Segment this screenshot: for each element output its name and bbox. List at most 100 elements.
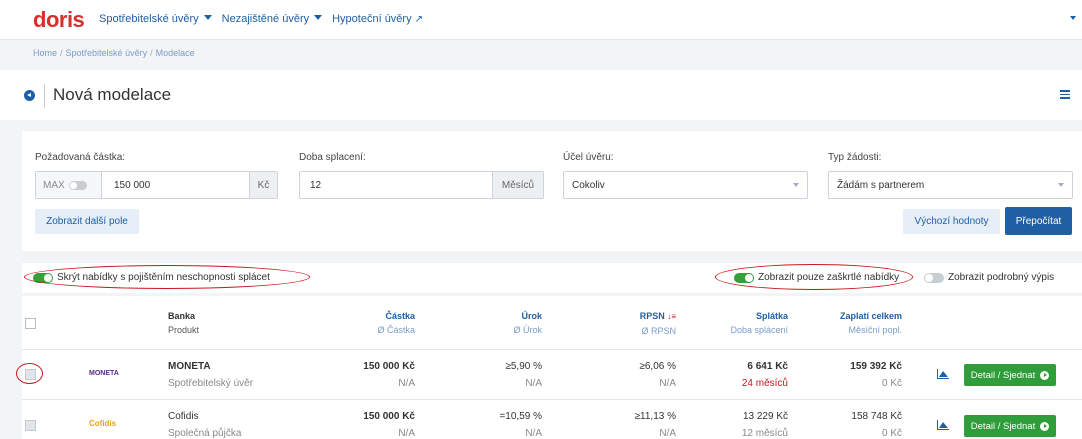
detail-button[interactable]: Detail / Sjednat (964, 415, 1056, 437)
col-header-rate[interactable]: Úrok Ø Úrok (452, 309, 542, 337)
product-name: Spotřebitelský úvěr (168, 378, 254, 389)
term-field: 12 Měsíců (299, 171, 544, 199)
detail-button-label: Detail / Sjednat (970, 420, 1036, 432)
amount-cell: 150 000 Kč N/A (315, 358, 415, 392)
breadcrumb-home[interactable]: Home (33, 48, 57, 58)
term-label: Doba splacení: (299, 152, 366, 163)
request-type-select[interactable]: Žádám s partnerem (828, 171, 1073, 199)
rpsn-cell: ≥11,13 % N/A (582, 408, 676, 439)
page-header: Nová modelace (0, 70, 1082, 120)
rpsn-avg: N/A (659, 378, 676, 389)
filter-switches: Skrýt nabídky s pojištěním neschopnosti … (22, 263, 1082, 293)
rate-cell: ≥5,90 % N/A (452, 358, 542, 392)
rate-value: ≥5,90 % (505, 361, 542, 372)
header-label: RPSN (639, 311, 665, 321)
header-sublabel: Doba splácení (730, 325, 788, 335)
rate-value: =10,59 % (499, 411, 542, 422)
col-header-amount[interactable]: Částka Ø Částka (315, 309, 415, 337)
detail-button[interactable]: Detail / Sjednat (964, 364, 1056, 386)
top-navbar: doris Spotřebitelské úvěry Nezajištěné ú… (0, 0, 1082, 40)
back-icon[interactable] (24, 90, 35, 101)
purpose-select[interactable]: Cokoliv (563, 171, 808, 199)
request-type-value: Žádám s partnerem (837, 179, 925, 191)
detailed-switch[interactable]: Zobrazit podrobný výpis (924, 272, 1054, 283)
bank-name: MONETA (168, 361, 211, 372)
chevron-down-icon (1058, 183, 1064, 187)
nav-item-nezajistene-uvery[interactable]: Nezajištěné úvěry (222, 13, 323, 25)
col-header-rpsn[interactable]: RPSN ↓≡ Ø RPSN (582, 309, 676, 338)
header-label: Částka (385, 311, 415, 321)
amount-input[interactable]: 150 000 (102, 180, 249, 191)
rpsn-avg: N/A (659, 428, 676, 439)
user-menu-caret-icon[interactable] (1070, 16, 1076, 20)
term-input[interactable]: 12 (300, 180, 492, 191)
amount-value: 150 000 Kč (363, 361, 415, 372)
brand-logo[interactable]: doris (33, 7, 85, 33)
installment-cell: 6 641 Kč 24 měsíců (702, 358, 788, 392)
amount-avg: N/A (398, 428, 415, 439)
bank-name: Cofidis (168, 411, 199, 422)
col-header-total[interactable]: Zaplatí celkem Měsíční popl. (812, 309, 902, 337)
rpsn-value: ≥11,13 % (634, 411, 676, 422)
nav-item-hypotecni-uvery[interactable]: Hypoteční úvěry ↗ (332, 13, 423, 25)
request-type-label: Typ žádosti: (828, 152, 882, 163)
page-title: Nová modelace (53, 85, 172, 104)
annotation-ellipse (715, 264, 913, 290)
breadcrumb-separator: / (60, 48, 63, 58)
max-toggle[interactable] (68, 180, 87, 190)
arrow-right-icon (1040, 421, 1050, 431)
rate-avg: N/A (525, 378, 542, 389)
bank-cell: MONETA Spotřebitelský úvěr (168, 358, 253, 392)
breadcrumb-spotrebitelske-uvery[interactable]: Spotřebitelské úvěry (66, 48, 148, 58)
rate-cell: =10,59 % N/A (452, 408, 542, 439)
term-unit-addon: Měsíců (492, 172, 543, 198)
term-value: 12 měsíců (741, 428, 788, 439)
header-label: Banka (168, 311, 196, 321)
header-sublabel: Ø RPSN (641, 326, 676, 336)
max-label: MAX (43, 179, 65, 191)
rpsn-cell: ≥6,06 % N/A (582, 358, 676, 392)
header-sublabel: Ø Úrok (513, 325, 542, 335)
nav-item-label: Spotřebitelské úvěry (99, 13, 199, 25)
detailed-toggle[interactable] (924, 272, 944, 283)
header-sublabel: Měsíční popl. (848, 325, 902, 335)
col-header-installment[interactable]: Splátka Doba splácení (702, 309, 788, 337)
divider (22, 349, 1082, 350)
max-toggle-group[interactable]: MAX (36, 172, 102, 198)
recalculate-button[interactable]: Přepočítat (1005, 207, 1072, 235)
show-more-fields-button[interactable]: Zobrazit další pole (35, 209, 139, 234)
total-value: 159 392 Kč (850, 361, 902, 372)
breadcrumb: Home / Spotřebitelské úvěry / Modelace (33, 48, 195, 58)
chart-icon[interactable] (937, 369, 949, 379)
detail-button-label: Detail / Sjednat (970, 369, 1036, 381)
rate-avg: N/A (525, 428, 542, 439)
product-name: Společná půjčka (168, 428, 242, 439)
settings-menu-icon[interactable] (1060, 90, 1070, 101)
installment-value: 13 229 Kč (742, 411, 788, 422)
sort-desc-icon[interactable]: ↓≡ (667, 312, 676, 321)
fee-value: 0 Kč (881, 378, 902, 389)
total-cell: 159 392 Kč 0 Kč (812, 358, 902, 392)
external-link-icon: ↗ (414, 14, 423, 25)
header-label: Splátka (755, 311, 788, 321)
rpsn-value: ≥6,06 % (639, 361, 676, 372)
moneta-logo: MONETA (89, 370, 119, 377)
nav-item-spotrebitelske-uvery[interactable]: Spotřebitelské úvěry (99, 13, 212, 25)
defaults-button[interactable]: Výchozí hodnoty (903, 209, 1000, 234)
chart-icon[interactable] (937, 420, 949, 430)
chevron-down-icon (793, 183, 799, 187)
amount-value: 150 000 Kč (363, 411, 415, 422)
row-checkbox[interactable] (25, 420, 36, 431)
currency-addon: Kč (249, 172, 277, 198)
amount-label: Požadovaná částka: (35, 152, 126, 163)
cofidis-logo: Cofidis (89, 419, 117, 428)
select-all-checkbox[interactable] (25, 318, 36, 329)
amount-field: MAX 150 000 Kč (35, 171, 278, 199)
caret-down-icon (314, 15, 323, 20)
amount-cell: 150 000 Kč N/A (315, 408, 415, 439)
purpose-label: Účel úvěru: (563, 152, 614, 163)
total-cell: 158 748 Kč 0 Kč (812, 408, 902, 439)
col-header-bank[interactable]: Banka Produkt (168, 309, 199, 337)
loan-form: Požadovaná částka: MAX 150 000 Kč Doba s… (22, 131, 1082, 251)
breadcrumb-current: Modelace (155, 48, 195, 58)
